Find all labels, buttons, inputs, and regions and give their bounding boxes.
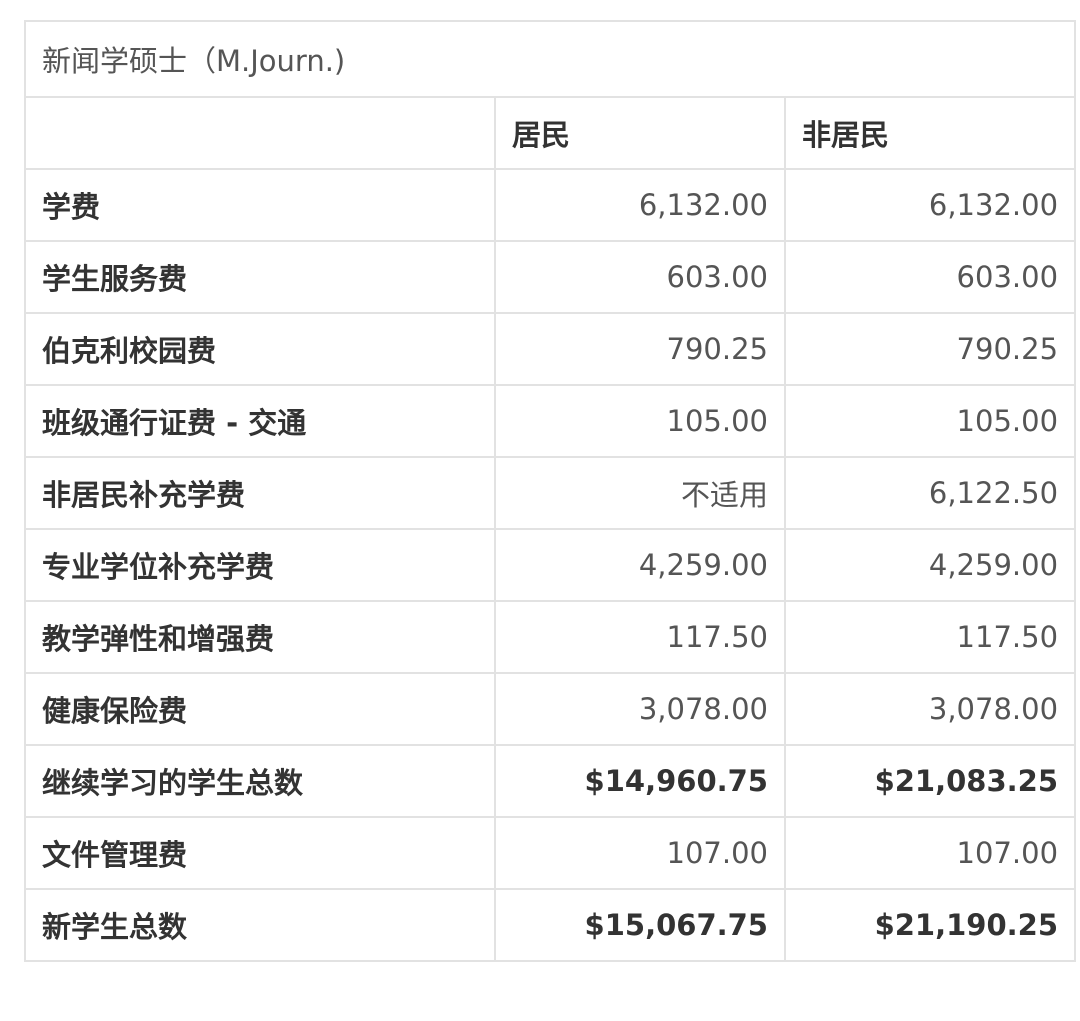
nonresident-value: 117.50 [783, 600, 1077, 674]
row-label: 伯克利校园费 [24, 312, 496, 386]
nonresident-total: $21,083.25 [783, 744, 1077, 818]
resident-value: 107.00 [494, 816, 786, 890]
table-caption: 新闻学硕士（M.Journ.) [23, 20, 1077, 98]
row-label: 非居民补充学费 [24, 456, 496, 530]
resident-total: $15,067.75 [494, 888, 786, 962]
header-nonresident: 非居民 [783, 96, 1077, 170]
fee-table: 新闻学硕士（M.Journ.) 居民 非居民 学费 6,132.00 6,132… [23, 20, 1077, 962]
table-row: 非居民补充学费 不适用 6,122.50 [24, 456, 1077, 530]
row-label: 学费 [24, 168, 496, 242]
nonresident-total: $21,190.25 [783, 888, 1077, 962]
resident-value: 603.00 [494, 240, 786, 314]
row-label: 教学弹性和增强费 [24, 600, 496, 674]
row-label: 文件管理费 [24, 816, 496, 890]
nonresident-value: 105.00 [783, 384, 1077, 458]
table-row: 健康保险费 3,078.00 3,078.00 [24, 672, 1077, 746]
fee-table-container: 新闻学硕士（M.Journ.) 居民 非居民 学费 6,132.00 6,132… [23, 20, 1077, 962]
resident-value: 3,078.00 [494, 672, 786, 746]
nonresident-value: 3,078.00 [783, 672, 1077, 746]
table-row: 班级通行证费 - 交通 105.00 105.00 [24, 384, 1077, 458]
resident-value: 790.25 [494, 312, 786, 386]
resident-value: 6,132.00 [494, 168, 786, 242]
table-row: 专业学位补充学费 4,259.00 4,259.00 [24, 528, 1077, 602]
table-row: 学费 6,132.00 6,132.00 [24, 168, 1077, 242]
table-row: 学生服务费 603.00 603.00 [24, 240, 1077, 314]
table-caption-row: 新闻学硕士（M.Journ.) [23, 20, 1077, 98]
table-header-row: 居民 非居民 [24, 96, 1077, 170]
row-label: 学生服务费 [24, 240, 496, 314]
nonresident-value: 6,122.50 [783, 456, 1077, 530]
table-row-total: 新学生总数 $15,067.75 $21,190.25 [24, 888, 1077, 962]
table-row-total: 继续学习的学生总数 $14,960.75 $21,083.25 [24, 744, 1077, 818]
row-label: 新学生总数 [24, 888, 496, 962]
row-label: 班级通行证费 - 交通 [24, 384, 496, 458]
resident-value: 105.00 [494, 384, 786, 458]
resident-value: 117.50 [494, 600, 786, 674]
resident-value: 不适用 [494, 456, 786, 530]
row-label: 健康保险费 [24, 672, 496, 746]
nonresident-value: 790.25 [783, 312, 1077, 386]
table-row: 教学弹性和增强费 117.50 117.50 [24, 600, 1077, 674]
nonresident-value: 603.00 [783, 240, 1077, 314]
row-label: 专业学位补充学费 [24, 528, 496, 602]
nonresident-value: 6,132.00 [783, 168, 1077, 242]
nonresident-value: 4,259.00 [783, 528, 1077, 602]
header-resident: 居民 [494, 96, 786, 170]
resident-value: 4,259.00 [494, 528, 786, 602]
nonresident-value: 107.00 [783, 816, 1077, 890]
resident-total: $14,960.75 [494, 744, 786, 818]
table-row: 文件管理费 107.00 107.00 [24, 816, 1077, 890]
row-label: 继续学习的学生总数 [24, 744, 496, 818]
table-row: 伯克利校园费 790.25 790.25 [24, 312, 1077, 386]
header-label-column [24, 96, 496, 170]
table-body: 学费 6,132.00 6,132.00 学生服务费 603.00 603.00… [24, 168, 1077, 962]
